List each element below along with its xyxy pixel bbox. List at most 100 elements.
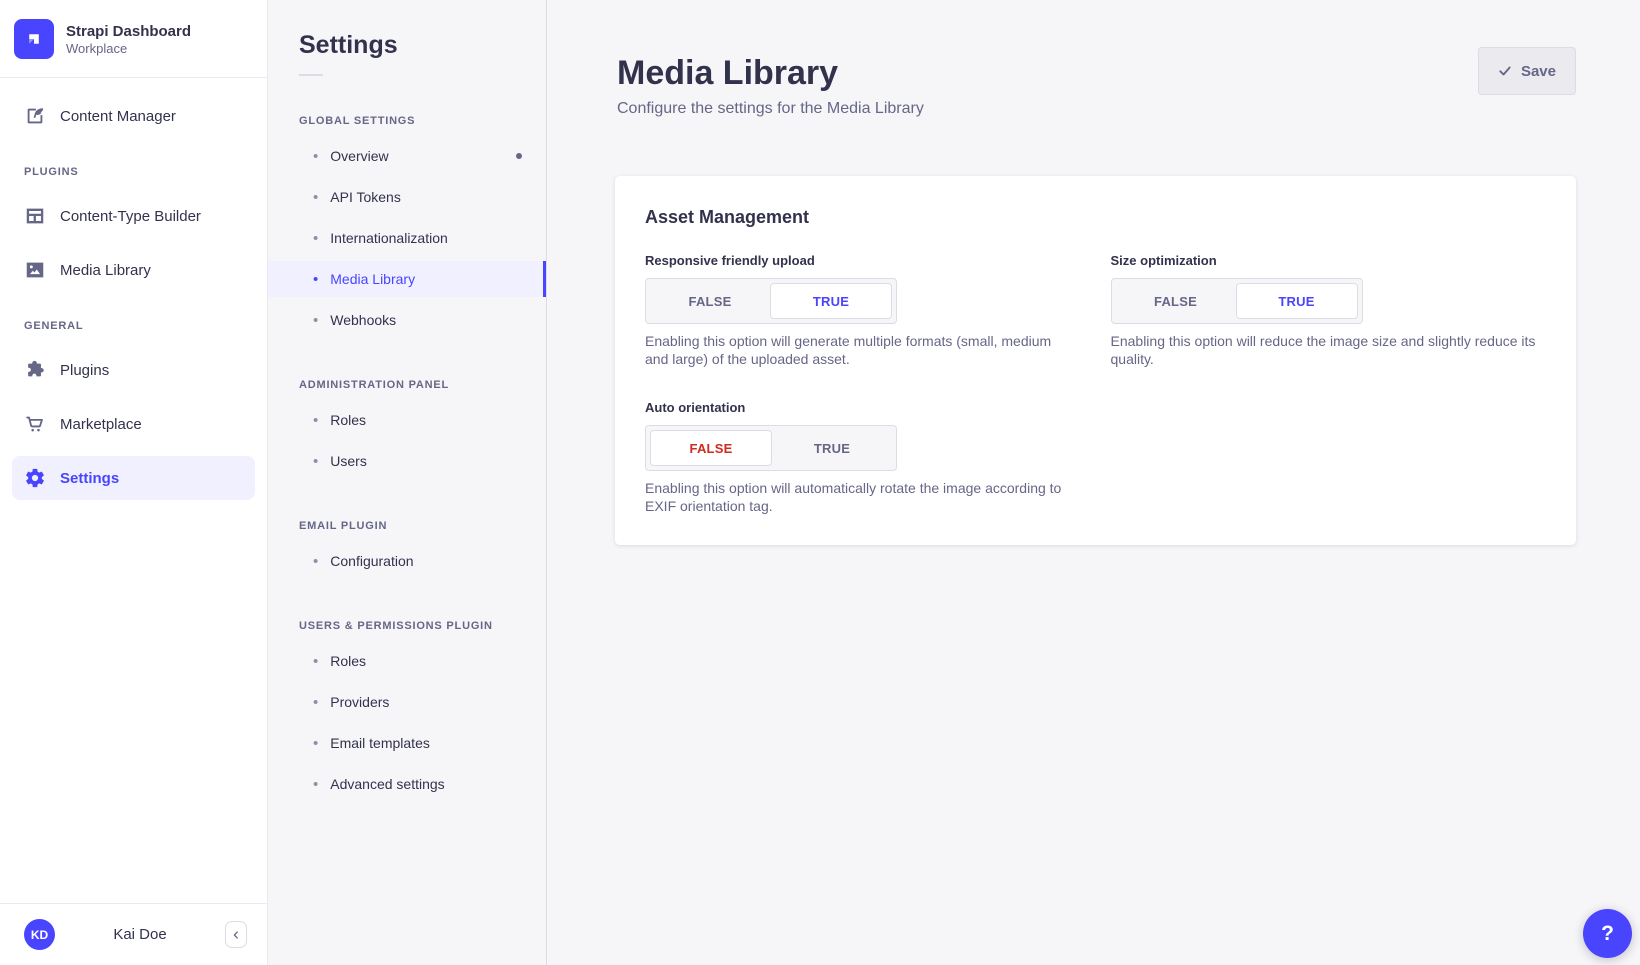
help-button[interactable]: ? — [1583, 909, 1632, 958]
toggle-option-false[interactable]: FALSE — [1116, 283, 1236, 319]
toggle-option-false[interactable]: FALSE — [650, 430, 772, 466]
subnav-item-label: Overview — [330, 148, 388, 164]
sidebar-item-content-manager[interactable]: Content Manager — [12, 94, 255, 138]
divider — [299, 74, 323, 76]
content-manager-icon — [24, 105, 46, 127]
auto-orientation-toggle[interactable]: FALSE TRUE — [645, 425, 897, 471]
puzzle-icon — [24, 359, 46, 381]
subnav-item-label: Webhooks — [330, 312, 396, 328]
subnav-item-label: Advanced settings — [330, 776, 444, 792]
field-hint: Enabling this option will automatically … — [645, 480, 1073, 515]
bullet-icon: • — [313, 695, 318, 710]
sidebar-item-label: Marketplace — [60, 416, 142, 433]
subnav-item-internationalization[interactable]: • Internationalization — [268, 220, 546, 256]
user-name: Kai Doe — [55, 926, 225, 943]
subnav-section-global-settings: GLOBAL SETTINGS — [299, 114, 546, 128]
check-icon — [1498, 64, 1512, 78]
sidebar-item-settings[interactable]: Settings — [12, 456, 255, 500]
subnav-item-label: Roles — [330, 653, 366, 669]
subnav-item-roles[interactable]: • Roles — [268, 402, 546, 438]
toggle-option-true[interactable]: TRUE — [772, 430, 892, 466]
sidebar-item-label: Settings — [60, 470, 119, 487]
subnav-item-label: Roles — [330, 412, 366, 428]
chevron-left-icon — [231, 930, 241, 940]
main-nav: Content Manager PLUGINS Content-Type Bui… — [0, 94, 267, 500]
sidebar-item-plugins[interactable]: Plugins — [12, 348, 255, 392]
settings-subnav: Settings GLOBAL SETTINGS • Overview • AP… — [268, 0, 547, 965]
subnav-item-label: Email templates — [330, 735, 430, 751]
subnav-item-label: Internationalization — [330, 230, 448, 246]
sidebar-item-label: Media Library — [60, 262, 151, 279]
page-subtitle: Configure the settings for the Media Lib… — [617, 100, 1640, 118]
sidebar-item-media-library[interactable]: Media Library — [12, 248, 255, 292]
subnav-section-users-permissions: USERS & PERMISSIONS PLUGIN — [299, 619, 546, 633]
sidebar-item-content-type-builder[interactable]: Content-Type Builder — [12, 194, 255, 238]
sidebar-item-label: Content-Type Builder — [60, 208, 201, 225]
field-label: Auto orientation — [645, 400, 1081, 416]
subnav-item-advanced-settings[interactable]: • Advanced settings — [268, 766, 546, 802]
bullet-icon: • — [313, 454, 318, 469]
subnav-item-media-library[interactable]: • Media Library — [268, 261, 546, 297]
bullet-icon: • — [313, 190, 318, 205]
workspace-brand[interactable]: Strapi Dashboard Workplace — [0, 0, 267, 78]
strapi-logo-icon — [14, 19, 54, 59]
bullet-icon: • — [313, 654, 318, 669]
notification-dot — [516, 153, 522, 159]
subnav-item-label: Providers — [330, 694, 389, 710]
bullet-icon: • — [313, 272, 318, 287]
cart-icon — [24, 413, 46, 435]
field-size-optimization: Size optimization FALSE TRUE Enabling th… — [1111, 253, 1547, 368]
bullet-icon: • — [313, 149, 318, 164]
bullet-icon: • — [313, 231, 318, 246]
subnav-item-overview[interactable]: • Overview — [268, 138, 546, 174]
collapse-sidebar-button[interactable] — [225, 921, 247, 948]
brand-title: Strapi Dashboard — [66, 22, 191, 41]
avatar[interactable]: KD — [24, 919, 55, 950]
subnav-item-label: Media Library — [330, 271, 415, 287]
subnav-item-webhooks[interactable]: • Webhooks — [268, 302, 546, 338]
bullet-icon: • — [313, 413, 318, 428]
save-button[interactable]: Save — [1478, 47, 1576, 95]
asset-management-card: Asset Management Responsive friendly upl… — [615, 176, 1576, 545]
bullet-icon: • — [313, 736, 318, 751]
question-mark-icon: ? — [1601, 922, 1614, 946]
subnav-section-email-plugin: EMAIL PLUGIN — [299, 519, 546, 533]
field-label: Responsive friendly upload — [645, 253, 1081, 269]
subnav-section-administration-panel: ADMINISTRATION PANEL — [299, 378, 546, 392]
bullet-icon: • — [313, 313, 318, 328]
main-content: Media Library Configure the settings for… — [547, 0, 1640, 965]
toggle-option-true[interactable]: TRUE — [770, 283, 892, 319]
user-row: KD Kai Doe — [0, 903, 267, 965]
field-hint: Enabling this option will reduce the ima… — [1111, 333, 1539, 368]
sidebar-item-marketplace[interactable]: Marketplace — [12, 402, 255, 446]
subnav-item-configuration[interactable]: • Configuration — [268, 543, 546, 579]
toggle-option-true[interactable]: TRUE — [1236, 283, 1358, 319]
sidebar-section-plugins: PLUGINS — [12, 166, 255, 178]
subnav-item-up-roles[interactable]: • Roles — [268, 643, 546, 679]
field-responsive-friendly-upload: Responsive friendly upload FALSE TRUE En… — [645, 253, 1081, 368]
size-optimization-toggle[interactable]: FALSE TRUE — [1111, 278, 1363, 324]
content-type-builder-icon — [24, 205, 46, 227]
subnav-item-api-tokens[interactable]: • API Tokens — [268, 179, 546, 215]
sidebar-item-label: Plugins — [60, 362, 109, 379]
subnav-item-email-templates[interactable]: • Email templates — [268, 725, 546, 761]
field-label: Size optimization — [1111, 253, 1547, 269]
field-hint: Enabling this option will generate multi… — [645, 333, 1073, 368]
save-button-label: Save — [1521, 63, 1556, 80]
subnav-item-label: Users — [330, 453, 367, 469]
fields-grid: Responsive friendly upload FALSE TRUE En… — [645, 253, 1546, 515]
brand-subtitle: Workplace — [66, 41, 191, 57]
sidebar-section-general: GENERAL — [12, 320, 255, 332]
bullet-icon: • — [313, 554, 318, 569]
subnav-item-providers[interactable]: • Providers — [268, 684, 546, 720]
sidebar-item-label: Content Manager — [60, 108, 176, 125]
bullet-icon: • — [313, 777, 318, 792]
responsive-friendly-upload-toggle[interactable]: FALSE TRUE — [645, 278, 897, 324]
toggle-option-false[interactable]: FALSE — [650, 283, 770, 319]
subnav-item-users[interactable]: • Users — [268, 443, 546, 479]
media-library-icon — [24, 259, 46, 281]
card-title: Asset Management — [645, 206, 1546, 228]
subnav-title: Settings — [299, 32, 546, 58]
main-sidebar: Strapi Dashboard Workplace Content Manag… — [0, 0, 268, 965]
gear-icon — [24, 467, 46, 489]
